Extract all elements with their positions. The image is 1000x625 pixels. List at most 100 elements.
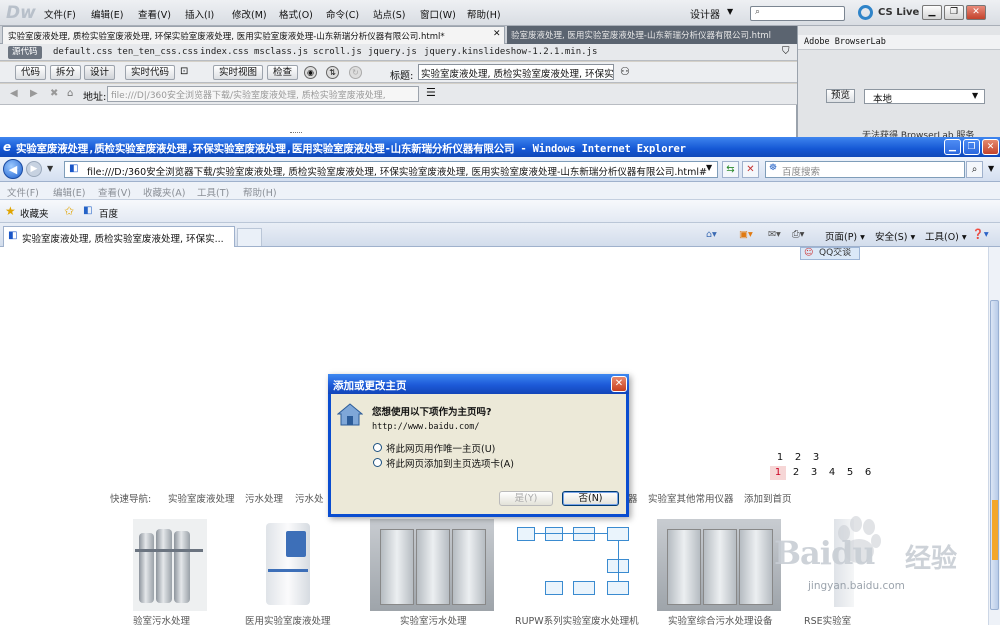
ie-minimize-button[interactable]: ▁	[944, 139, 961, 155]
pager-item[interactable]: 4	[824, 466, 840, 480]
pager-item[interactable]: 5	[842, 466, 858, 480]
product-caption[interactable]: 验室污水处理	[133, 613, 190, 625]
product-image[interactable]	[133, 519, 207, 611]
ie-menu-view[interactable]: 查看(V)	[98, 185, 131, 199]
mail-icon[interactable]: ✉▾	[768, 229, 781, 240]
product-caption[interactable]: 实验室综合污水处理设备	[668, 613, 773, 625]
address-input[interactable]: file:///D|/360安全浏览器下载/实验室废液处理, 质检实验室废液处理…	[107, 86, 419, 102]
quicknav-link[interactable]: 实验室废液处理	[168, 491, 235, 505]
refresh-icon[interactable]: ↻	[349, 66, 362, 79]
live-code-button[interactable]: 实时代码	[125, 65, 176, 80]
product-image[interactable]	[657, 519, 781, 611]
ie-menu-file[interactable]: 文件(F)	[7, 185, 39, 199]
dw-menu-modify[interactable]: 修改(M)	[232, 7, 267, 21]
dw-menu-site[interactable]: 站点(S)	[373, 7, 405, 21]
no-button[interactable]: 否(N)	[562, 491, 619, 506]
dw-menu-insert[interactable]: 插入(I)	[185, 7, 214, 21]
browserlab-header[interactable]: Adobe BrowserLab	[798, 35, 1000, 50]
live-view-button[interactable]: 实时视图	[213, 65, 264, 80]
code-view-button[interactable]: 代码	[15, 65, 47, 80]
pager-top-item[interactable]: 3	[808, 451, 824, 465]
yes-button[interactable]: 是(Y)	[499, 491, 553, 506]
ie-address-input[interactable]: file:///D:/360安全浏览器下载/实验室废液处理, 质检实验室废液处理…	[64, 161, 718, 178]
ie-menu-help[interactable]: 帮助(H)	[243, 185, 277, 199]
product-caption[interactable]: RSE实验室	[804, 613, 851, 625]
browserlab-source-select[interactable]: 本地	[864, 89, 985, 105]
dw-menu-edit[interactable]: 编辑(E)	[91, 7, 123, 21]
address-dropdown-icon[interactable]: ▼	[706, 163, 712, 172]
ie-menu-edit[interactable]: 编辑(E)	[53, 185, 85, 199]
file-management-icon[interactable]: ⇅	[326, 66, 339, 79]
scrollbar-thumb[interactable]	[990, 300, 999, 610]
dw-menu-file[interactable]: 文件(F)	[44, 7, 76, 21]
tools-menu-button[interactable]: 工具(O) ▾	[925, 229, 967, 243]
design-view-area[interactable]	[0, 105, 797, 137]
back-button[interactable]: ◀	[3, 159, 23, 179]
add-favorite-icon[interactable]: ✩	[64, 204, 74, 218]
dw-menu-help[interactable]: 帮助(H)	[467, 7, 501, 21]
related-file[interactable]: jquery.kinslideshow-1.2.1.min.js	[424, 47, 597, 57]
document-tab-active[interactable]: 实验室废液处理, 质检实验室废液处理, 环保实验室废液处理, 医用实验室废液处理…	[2, 26, 505, 44]
page-menu-button[interactable]: 页面(P) ▾	[825, 229, 865, 243]
home-icon[interactable]: ⌂▾	[706, 229, 717, 240]
product-image[interactable]	[370, 519, 494, 611]
split-view-button[interactable]: 拆分	[50, 65, 82, 80]
related-file[interactable]: default.css	[53, 47, 113, 57]
design-view-button[interactable]: 设计	[84, 65, 116, 80]
source-code-button[interactable]: 源代码	[8, 46, 42, 59]
help-search-input[interactable]	[750, 6, 845, 21]
print-icon[interactable]: ⎙▾	[792, 229, 804, 240]
page-title-input[interactable]: 实验室废液处理, 质检实验室废液处理, 环保实验	[418, 64, 614, 80]
view-options-icon[interactable]: ☰	[426, 86, 436, 99]
search-options-icon[interactable]: ▼	[988, 164, 994, 173]
preview-browser-icon[interactable]: ◉	[304, 66, 317, 79]
option-only-label[interactable]: 将此网页用作唯一主页(U)	[386, 441, 495, 455]
related-file[interactable]: jquery.js	[368, 47, 417, 57]
workspace-switcher[interactable]: 设计器	[690, 6, 720, 21]
related-file[interactable]: index.css	[200, 47, 249, 57]
stop-button[interactable]: ✕	[742, 161, 759, 178]
home-icon[interactable]: ⌂	[67, 88, 73, 99]
dw-menu-window[interactable]: 窗口(W)	[420, 7, 456, 21]
quicknav-link[interactable]: 器	[628, 491, 638, 505]
product-caption[interactable]: 医用实验室废液处理	[245, 613, 331, 625]
option-add-label[interactable]: 将此网页添加到主页选项卡(A)	[386, 456, 514, 470]
dw-menu-format[interactable]: 格式(O)	[279, 7, 313, 21]
forward-icon[interactable]: ▶	[30, 88, 38, 99]
browserlab-preview-button[interactable]: 预览	[826, 89, 855, 103]
chevron-down-icon[interactable]: ▼	[972, 91, 978, 100]
help-icon[interactable]: ❓▾	[972, 229, 989, 240]
ie-search-input[interactable]: 百度搜索	[765, 161, 965, 178]
close-icon[interactable]: ✕	[493, 29, 501, 39]
refresh-button[interactable]: ⇆	[722, 161, 739, 178]
new-tab-button[interactable]	[237, 228, 262, 246]
product-image[interactable]	[258, 519, 322, 611]
favorites-star-icon[interactable]: ★	[5, 204, 16, 218]
cslive-button[interactable]: CS Live	[878, 7, 919, 18]
quicknav-link[interactable]: 污水处理	[245, 491, 283, 505]
ie-close-button[interactable]: ✕	[982, 139, 999, 155]
favorite-link-baidu[interactable]: 百度	[99, 206, 118, 220]
dialog-close-button[interactable]: ✕	[611, 376, 627, 392]
rss-icon[interactable]: ▣▾	[739, 229, 753, 240]
pager-top-item[interactable]: 2	[790, 451, 806, 465]
pager-item[interactable]: 2	[788, 466, 804, 480]
safety-menu-button[interactable]: 安全(S) ▾	[875, 229, 915, 243]
favorites-button[interactable]: 收藏夹	[20, 206, 49, 220]
product-caption[interactable]: 实验室污水处理	[400, 613, 467, 625]
dw-menu-view[interactable]: 查看(V)	[138, 7, 171, 21]
ie-menu-tools[interactable]: 工具(T)	[197, 185, 229, 199]
filter-icon[interactable]: ⛉	[782, 46, 790, 57]
ie-restore-button[interactable]: ❐	[963, 139, 980, 155]
product-caption[interactable]: RUPW系列实验室废水处理机	[515, 613, 639, 625]
dw-menu-commands[interactable]: 命令(C)	[326, 7, 359, 21]
close-button[interactable]: ✕	[966, 5, 986, 20]
stop-icon[interactable]: ✖	[50, 88, 58, 99]
quicknav-link[interactable]: 实验室其他常用仪器	[648, 491, 734, 505]
search-button[interactable]: ⌕	[966, 161, 983, 178]
forward-button[interactable]: ▶	[26, 161, 42, 177]
product-image[interactable]	[515, 519, 637, 611]
pager-item-active[interactable]: 1	[770, 466, 786, 480]
related-file[interactable]: scroll.js	[313, 47, 362, 57]
ie-menu-favorites[interactable]: 收藏夹(A)	[143, 185, 185, 199]
